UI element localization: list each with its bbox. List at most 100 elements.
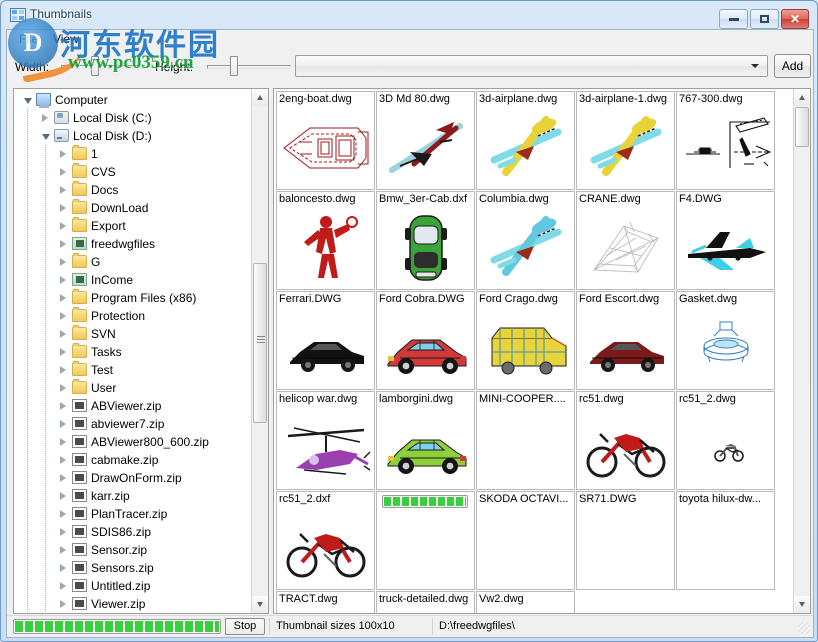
height-slider-thumb[interactable] <box>230 56 238 76</box>
thumbnail-cell[interactable]: CRANE.dwg <box>576 191 675 290</box>
expand-arrow-icon[interactable] <box>60 276 66 284</box>
tree-scroll-down-icon[interactable] <box>252 596 268 613</box>
thumbnail-cell[interactable]: 767-300.dwg <box>676 91 775 190</box>
tree-item[interactable]: Sensor.zip <box>14 541 252 559</box>
thumbnail-scroll-down-icon[interactable] <box>794 596 810 613</box>
add-button[interactable]: Add <box>774 54 811 78</box>
tree-item[interactable]: abviewer7.zip <box>14 415 252 433</box>
width-slider[interactable] <box>57 52 149 80</box>
tree-item[interactable]: Protection <box>14 307 252 325</box>
expand-arrow-icon[interactable] <box>60 582 66 590</box>
tree-item[interactable]: Test <box>14 361 252 379</box>
path-combobox[interactable] <box>295 55 768 77</box>
expand-arrow-icon[interactable] <box>60 564 66 572</box>
collapse-arrow-icon[interactable] <box>24 98 32 104</box>
tree-item[interactable]: DrawOnForm.zip <box>14 469 252 487</box>
expand-arrow-icon[interactable] <box>60 600 66 608</box>
thumbnail-scrollbar-thumb[interactable] <box>795 107 809 147</box>
expand-arrow-icon[interactable] <box>60 528 66 536</box>
thumbnail-cell[interactable]: F4.DWG <box>676 191 775 290</box>
tree-item[interactable]: DownLoad <box>14 199 252 217</box>
tree-item[interactable]: SDIS86.zip <box>14 523 252 541</box>
thumbnail-scrollbar[interactable] <box>793 89 810 613</box>
tree-item[interactable]: User <box>14 379 252 397</box>
tree-item[interactable]: Export <box>14 217 252 235</box>
thumbnail-cell[interactable]: toyota hilux-dw... <box>676 491 775 590</box>
thumbnail-cell[interactable]: Vw2.dwg <box>476 591 575 614</box>
width-slider-thumb[interactable] <box>91 56 99 76</box>
expand-arrow-icon[interactable] <box>60 492 66 500</box>
thumbnail-cell[interactable]: Ford Crago.dwg <box>476 291 575 390</box>
height-slider[interactable] <box>203 52 295 80</box>
expand-arrow-icon[interactable] <box>60 186 66 194</box>
thumbnail-cell[interactable]: 3D Md 80.dwg <box>376 91 475 190</box>
menu-file[interactable]: File <box>13 32 44 47</box>
tree-item[interactable]: karr.zip <box>14 487 252 505</box>
thumbnail-cell[interactable]: TRACT.dwg <box>276 591 375 614</box>
tree-item[interactable]: PlanTracer.zip <box>14 505 252 523</box>
thumbnail-cell[interactable]: SR71.DWG <box>576 491 675 590</box>
tree-item[interactable]: Viewer.zip <box>14 595 252 613</box>
thumbnail-cell[interactable]: 3d-airplane.dwg <box>476 91 575 190</box>
tree-item[interactable]: freedwgfiles <box>14 235 252 253</box>
thumbnail-cell[interactable]: Ford Cobra.DWG <box>376 291 475 390</box>
tree-item[interactable]: Local Disk (C:) <box>14 109 252 127</box>
thumbnail-cell[interactable]: MINI-COOPER.... <box>476 391 575 490</box>
expand-arrow-icon[interactable] <box>60 348 66 356</box>
expand-arrow-icon[interactable] <box>60 222 66 230</box>
expand-arrow-icon[interactable] <box>60 420 66 428</box>
expand-arrow-icon[interactable] <box>60 294 66 302</box>
expand-arrow-icon[interactable] <box>60 204 66 212</box>
thumbnail-cell[interactable]: Columbia.dwg <box>476 191 575 290</box>
expand-arrow-icon[interactable] <box>60 456 66 464</box>
expand-arrow-icon[interactable] <box>60 240 66 248</box>
folder-tree[interactable]: ComputerLocal Disk (C:)Local Disk (D:)1C… <box>14 91 252 613</box>
expand-arrow-icon[interactable] <box>60 258 66 266</box>
thumbnail-cell[interactable]: truck-detailed.dwg <box>376 591 475 614</box>
thumbnail-cell[interactable]: rc51_2.dxf <box>276 491 375 590</box>
tree-scroll-up-icon[interactable] <box>252 89 268 106</box>
stop-button[interactable]: Stop <box>225 618 265 635</box>
tree-item[interactable]: InCome <box>14 271 252 289</box>
maximize-button[interactable] <box>750 9 779 29</box>
title-bar[interactable]: Thumbnails ✕ <box>1 1 817 29</box>
thumbnail-cell[interactable]: Bmw_3er-Cab.dxf <box>376 191 475 290</box>
tree-item[interactable]: G <box>14 253 252 271</box>
expand-arrow-icon[interactable] <box>60 168 66 176</box>
tree-item[interactable]: Local Disk (D:) <box>14 127 252 145</box>
expand-arrow-icon[interactable] <box>42 114 48 122</box>
thumbnail-cell[interactable]: SKODA OCTAVI... <box>476 491 575 590</box>
thumbnail-cell[interactable]: Ferrari.DWG <box>276 291 375 390</box>
thumbnail-cell[interactable]: Ford Escort.dwg <box>576 291 675 390</box>
thumbnail-cell[interactable]: 3d-airplane-1.dwg <box>576 91 675 190</box>
tree-item[interactable]: cabmake.zip <box>14 451 252 469</box>
expand-arrow-icon[interactable] <box>60 312 66 320</box>
tree-scrollbar[interactable] <box>251 89 268 613</box>
tree-item[interactable]: Computer <box>14 91 252 109</box>
thumbnail-cell[interactable]: lamborgini.dwg <box>376 391 475 490</box>
tree-item[interactable]: ABViewer.zip <box>14 397 252 415</box>
thumbnail-cell[interactable]: helicop war.dwg <box>276 391 375 490</box>
expand-arrow-icon[interactable] <box>60 384 66 392</box>
thumbnail-cell[interactable]: baloncesto.dwg <box>276 191 375 290</box>
tree-item[interactable]: Tasks <box>14 343 252 361</box>
thumbnail-cell[interactable]: 2eng-boat.dwg <box>276 91 375 190</box>
close-button[interactable]: ✕ <box>781 9 809 29</box>
tree-item[interactable]: ABViewer800_600.zip <box>14 433 252 451</box>
expand-arrow-icon[interactable] <box>60 510 66 518</box>
expand-arrow-icon[interactable] <box>60 474 66 482</box>
tree-item[interactable]: SVN <box>14 325 252 343</box>
expand-arrow-icon[interactable] <box>60 438 66 446</box>
thumbnail-scroll-up-icon[interactable] <box>794 89 810 106</box>
tree-item[interactable]: Sensors.zip <box>14 559 252 577</box>
expand-arrow-icon[interactable] <box>60 366 66 374</box>
thumbnail-cell[interactable]: rc51.dwg <box>576 391 675 490</box>
tree-item[interactable]: Untitled.zip <box>14 577 252 595</box>
expand-arrow-icon[interactable] <box>60 546 66 554</box>
tree-item[interactable]: 1 <box>14 145 252 163</box>
tree-item[interactable]: CVS <box>14 163 252 181</box>
resize-grip-icon[interactable] <box>798 622 810 634</box>
expand-arrow-icon[interactable] <box>60 330 66 338</box>
expand-arrow-icon[interactable] <box>60 150 66 158</box>
thumbnail-cell[interactable]: rc51_2.dwg <box>676 391 775 490</box>
